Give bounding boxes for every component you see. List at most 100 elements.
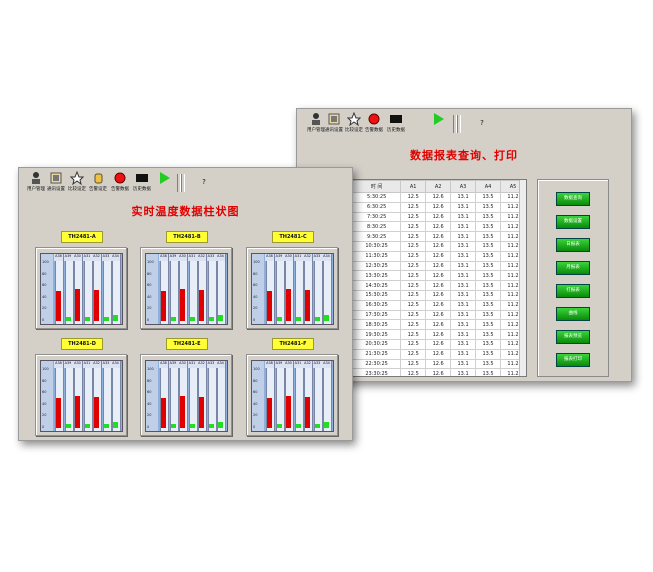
column-header: A2 bbox=[425, 180, 452, 193]
y-tick-label: 80 bbox=[42, 271, 47, 276]
help-button[interactable]: ? bbox=[191, 171, 217, 195]
report-action-button[interactable]: 报表打印 bbox=[556, 353, 590, 367]
bar-chart-panel: 100 80 60 40 20 0 A38 A39 A30 A31 A32 A33 A34 bbox=[35, 354, 127, 436]
channel-label: A39 bbox=[168, 254, 178, 261]
bar bbox=[75, 289, 80, 321]
bar bbox=[286, 289, 291, 321]
toolbar: 用户管理 通讯设置 比较设定 告警数据 历史数据 ? bbox=[297, 109, 631, 139]
table-cell: 13.1 bbox=[450, 201, 477, 213]
y-tick-label: 60 bbox=[253, 283, 258, 287]
table-cell: 5:30:25 bbox=[352, 192, 402, 203]
run-button[interactable] bbox=[425, 112, 451, 136]
table-cell: 13.1 bbox=[450, 260, 477, 272]
channel-column bbox=[64, 361, 74, 431]
table-scrollbar[interactable] bbox=[519, 180, 526, 376]
table-row[interactable]: 19:30:25 12.5 12.6 13.1 13.5 11.2 bbox=[352, 329, 526, 340]
table-cell: 13.5 bbox=[475, 221, 501, 233]
table-row[interactable]: 17:30:25 12.5 12.6 13.1 13.5 11.2 bbox=[352, 309, 526, 321]
channel-label: A30 bbox=[73, 254, 82, 261]
report-title: 数据报表查询、打印 bbox=[410, 149, 518, 162]
y-tick-label: 40 bbox=[253, 294, 258, 299]
report-table[interactable]: 时 间 A1 A2 A3 A4 A5 5:30:25 12.5 12.6 13.1 13.5 11.… bbox=[351, 179, 527, 377]
device-label: TH2481-F bbox=[272, 338, 314, 350]
bar bbox=[170, 423, 176, 428]
y-tick-label: 20 bbox=[42, 413, 47, 417]
table-row[interactable]: 12:30:25 12.5 12.6 13.1 13.5 11.2 bbox=[352, 260, 526, 272]
report-action-button[interactable]: 月报表 bbox=[556, 261, 590, 275]
report-action-button[interactable]: 数据查询 bbox=[556, 192, 590, 206]
bar bbox=[218, 314, 223, 321]
bar-chart-title: 实时温度数据柱状图 bbox=[131, 205, 240, 218]
table-row[interactable]: 20:30:25 12.5 12.6 13.1 13.5 11.2 bbox=[352, 338, 526, 350]
bar bbox=[94, 289, 99, 321]
bar-chart-panel: 100 80 60 40 20 0 A38 A39 A30 A31 A32 A33 A34 bbox=[140, 354, 232, 436]
channel-label: A31 bbox=[82, 254, 92, 261]
table-cell: 13.5 bbox=[475, 192, 501, 203]
alarm-icon bbox=[367, 112, 381, 126]
table-cell: 13.5 bbox=[475, 270, 501, 282]
report-action-button[interactable]: 打报表 bbox=[556, 284, 590, 298]
table-row[interactable]: 16:30:25 12.5 12.6 13.1 13.5 11.2 bbox=[352, 299, 526, 311]
help-icon: ? bbox=[202, 178, 206, 186]
table-cell: 13.1 bbox=[450, 280, 477, 291]
channel-label: A30 bbox=[284, 361, 293, 368]
table-row[interactable]: 22:30:25 12.5 12.6 13.1 13.5 11.2 bbox=[352, 358, 526, 370]
history-data-button[interactable]: 历史数据 bbox=[383, 112, 409, 136]
table-row[interactable]: 13:30:25 12.5 12.6 13.1 13.5 11.2 bbox=[352, 270, 526, 282]
table-row[interactable]: 8:30:25 12.5 12.6 13.1 13.5 11.2 bbox=[352, 221, 526, 233]
table-row[interactable]: 5:30:25 12.5 12.6 13.1 13.5 11.2 bbox=[352, 192, 526, 203]
table-row[interactable]: 9:30:25 12.5 12.6 13.1 13.5 11.2 bbox=[352, 231, 526, 242]
bar bbox=[295, 316, 301, 321]
channel-label: A39 bbox=[274, 361, 284, 368]
help-button[interactable]: ? bbox=[469, 112, 495, 136]
bar-chart: 100 80 60 40 20 0 A38 A39 A30 A31 A32 A33 A34 bbox=[145, 360, 228, 432]
y-tick-label: 20 bbox=[147, 306, 152, 310]
bar-chart: 100 80 60 40 20 0 A38 A39 A30 A31 A32 A33 A34 bbox=[251, 253, 334, 325]
bar-chart-panel: 100 80 60 40 20 0 A38 A39 A30 A31 A32 A33 A34 bbox=[140, 247, 232, 329]
report-action-button[interactable]: 日报表 bbox=[556, 238, 590, 252]
channel-column bbox=[294, 254, 304, 324]
channel-label: A31 bbox=[293, 254, 303, 261]
channel-column bbox=[112, 254, 121, 324]
y-tick-label: 0 bbox=[42, 317, 45, 322]
table-row[interactable]: 7:30:25 12.5 12.6 13.1 13.5 11.2 bbox=[352, 211, 526, 223]
table-row[interactable]: 23:30:25 12.5 12.6 13.1 13.5 11.2 bbox=[352, 368, 526, 376]
table-cell: 20:30:25 bbox=[352, 338, 402, 350]
channel-label: A32 bbox=[92, 254, 101, 261]
channel-label: A30 bbox=[178, 254, 187, 261]
channel-column bbox=[112, 361, 121, 431]
table-row[interactable]: 15:30:25 12.5 12.6 13.1 13.5 11.2 bbox=[352, 289, 526, 301]
y-tick-label: 40 bbox=[147, 401, 152, 406]
table-cell: 12.6 bbox=[425, 358, 452, 370]
table-cell: 12.5 bbox=[400, 240, 427, 252]
table-cell: 13.5 bbox=[475, 260, 501, 272]
channel-column bbox=[207, 361, 217, 431]
table-cell: 12.5 bbox=[400, 221, 427, 233]
table-cell: 13.1 bbox=[450, 192, 477, 203]
table-row[interactable]: 21:30:25 12.5 12.6 13.1 13.5 11.2 bbox=[352, 348, 526, 360]
table-row[interactable]: 6:30:25 12.5 12.6 13.1 13.5 11.2 bbox=[352, 201, 526, 213]
hand-icon bbox=[91, 171, 105, 185]
report-action-button[interactable]: 曲线 bbox=[556, 307, 590, 321]
y-axis: 100 80 60 40 20 0 bbox=[146, 361, 158, 431]
y-tick-label: 60 bbox=[147, 283, 152, 287]
table-row[interactable]: 18:30:25 12.5 12.6 13.1 13.5 11.2 bbox=[352, 319, 526, 331]
table-row[interactable]: 14:30:25 12.5 12.6 13.1 13.5 11.2 bbox=[352, 280, 526, 291]
report-action-button[interactable]: 报表预览 bbox=[556, 330, 590, 344]
table-cell: 22:30:25 bbox=[352, 358, 402, 370]
device-label: TH2481-B bbox=[166, 231, 208, 243]
table-cell: 13.1 bbox=[450, 319, 477, 331]
table-cell: 13.5 bbox=[475, 368, 501, 376]
table-cell: 12.5 bbox=[400, 299, 427, 311]
channel-label: A32 bbox=[92, 361, 101, 368]
table-row[interactable]: 10:30:25 12.5 12.6 13.1 13.5 11.2 bbox=[352, 240, 526, 252]
run-button[interactable] bbox=[151, 171, 177, 195]
channel-label: A31 bbox=[82, 361, 92, 368]
bar bbox=[314, 423, 320, 428]
report-action-button[interactable]: 数据设置 bbox=[556, 215, 590, 229]
bar bbox=[180, 289, 185, 321]
y-tick-label: 0 bbox=[42, 424, 45, 429]
table-row[interactable]: 11:30:25 12.5 12.6 13.1 13.5 11.2 bbox=[352, 250, 526, 262]
column-header: 时 间 bbox=[352, 180, 402, 193]
table-cell: 12.5 bbox=[400, 358, 427, 370]
